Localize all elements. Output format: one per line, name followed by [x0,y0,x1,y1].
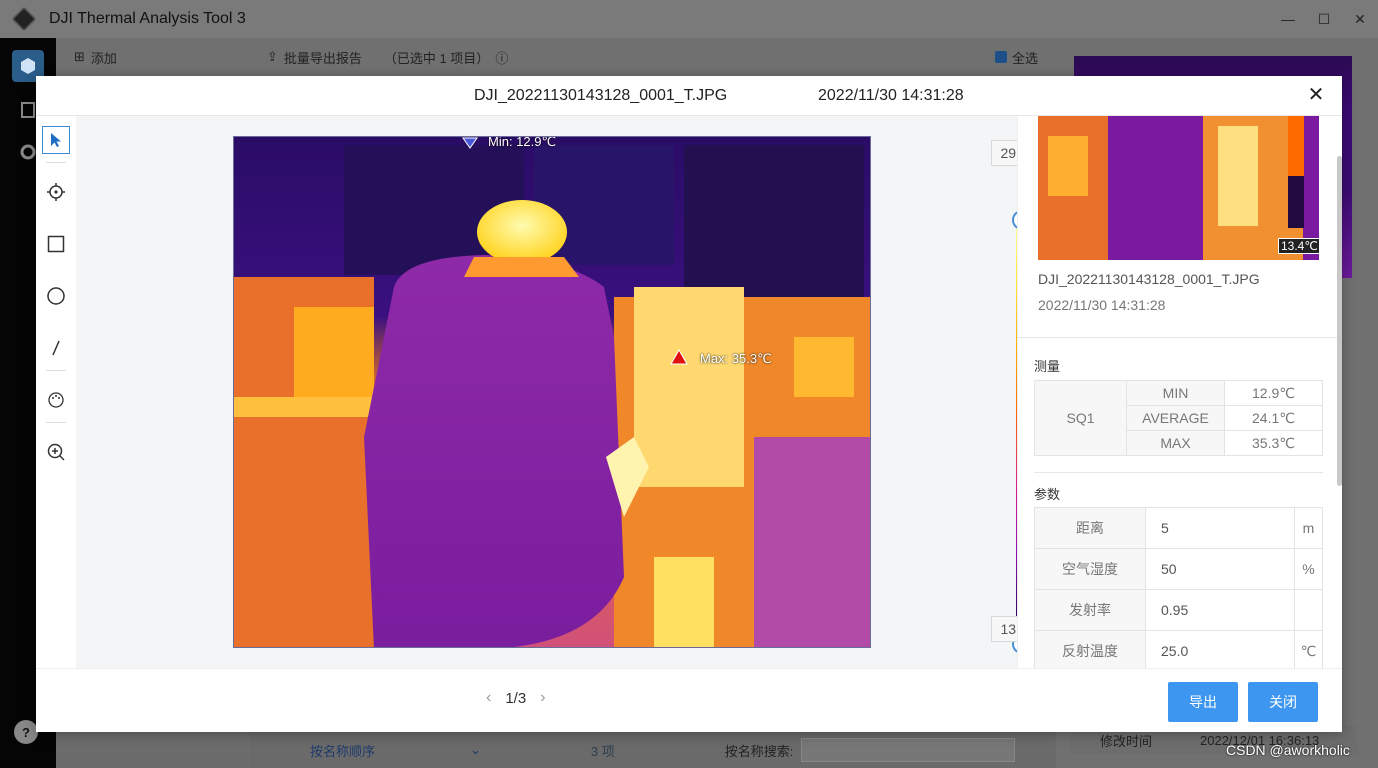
param-key: 发射率 [1034,589,1146,631]
preview-datetime: 2022/11/30 14:31:28 [1038,297,1166,313]
circle-icon[interactable] [42,282,70,310]
zoom-in-icon[interactable] [42,438,70,466]
page-indicator: 1/3 [505,689,527,707]
param-unit: m [1294,507,1323,549]
param-unit: % [1294,548,1323,590]
crosshair-icon[interactable] [42,178,70,206]
info-panel-scrollbar[interactable] [1337,156,1342,486]
info-panel: 13.4℃ DJI_20221130143128_0001_T.JPG 2022… [1017,116,1342,668]
item-count: 3 项 [590,743,615,759]
thermal-image[interactable]: Min: 12.9℃ Max: 35.3℃ [233,136,871,648]
batch-export-button[interactable]: ⇪ 批量导出报告 [267,48,362,67]
param-value-emissivity[interactable]: 0.95 [1145,589,1295,631]
search-input[interactable] [801,738,1016,762]
param-value-distance[interactable]: 5 [1145,507,1295,549]
param-value-reflected-temp[interactable]: 25.0 [1145,630,1295,668]
dialog-datetime: 2022/11/30 14:31:28 [818,87,964,104]
min-marker-icon [462,137,478,149]
param-key: 空气湿度 [1034,548,1146,590]
select-all-checkbox[interactable]: 全选 [994,48,1038,67]
measurement-key: AVERAGE [1126,405,1225,431]
tool-divider [46,162,66,163]
search-label: 按名称搜索: [724,743,794,759]
min-marker-label: Min: 12.9℃ [488,136,557,149]
chevron-down-icon[interactable]: ⌄ [470,742,481,758]
add-button[interactable]: ⊞ 添加 [74,48,117,67]
measurement-value: 12.9℃ [1224,380,1323,406]
add-label: 添加 [90,50,117,66]
checkbox-icon [994,51,1007,63]
add-icon: ⊞ [74,49,85,64]
divider [1034,472,1323,473]
divider [1018,337,1342,338]
measurement-row-label: SQ1 [1034,380,1127,456]
preview-image: 13.4℃ [1038,116,1319,260]
chevron-left-icon[interactable]: ‹ [486,689,491,707]
measurement-table: SQ1 MIN 12.9℃ AVERAGE 24.1℃ MAX 35.3℃ [1034,380,1323,456]
dialog-footer: ‹ 1/3 › 导出 关闭 [36,668,1342,732]
max-marker-label: Max: 35.3℃ [700,351,772,366]
title-bar: DJI Thermal Analysis Tool 3 — ☐ ✕ [0,0,1378,38]
tool-column [36,116,76,668]
measurement-key: MAX [1126,430,1225,456]
pointer-icon[interactable] [42,126,70,154]
image-viewer-dialog: DJI_20221130143128_0001_T.JPG 2022/11/30… [36,76,1342,732]
export-icon: ⇪ [266,49,278,64]
param-unit: ℃ [1294,630,1323,668]
image-canvas[interactable]: Min: 12.9℃ Max: 35.3℃ 29.7℃ 13.4℃ [76,116,1053,668]
main-toolbar: ⊞ 添加 ⇪ 批量导出报告 （已选中 1 项目） ⓘ 全选 [56,38,1056,76]
bottom-bar: 按名称顺序 ⌄ 3 项 按名称搜索: [250,732,1055,768]
batch-export-label: 批量导出报告 [283,50,362,66]
select-all-label: 全选 [1011,50,1038,66]
dialog-filename: DJI_20221130143128_0001_T.JPG [474,87,728,104]
app-logo-icon [11,6,37,32]
param-value-humidity[interactable]: 50 [1145,548,1295,590]
preview-filename: DJI_20221130143128_0001_T.JPG [1038,271,1260,287]
measurement-value: 35.3℃ [1224,430,1323,456]
pager: ‹ 1/3 › [486,689,546,707]
measurement-title: 测量 [1034,359,1061,374]
preview-min-label: 13.4℃ [1278,238,1319,254]
help-icon[interactable]: ? [14,720,38,744]
param-unit [1294,589,1323,631]
tool-divider [46,370,66,371]
rectangle-icon[interactable] [42,230,70,258]
params-title: 参数 [1034,487,1061,502]
max-marker-icon [670,349,688,365]
maximize-button[interactable]: ☐ [1306,0,1342,38]
watermark: CSDN @aworkholic [1226,742,1350,758]
palette-icon[interactable] [42,386,70,414]
close-icon[interactable]: ✕ [1304,84,1328,108]
modified-time-label: 修改时间 [1099,733,1152,749]
params-table: 距离 5 m 空气湿度 50 % 发射率 0.95 反射温度 25.0 ℃ [1034,507,1323,668]
dialog-header: DJI_20221130143128_0001_T.JPG 2022/11/30… [36,76,1342,116]
window-controls: — ☐ ✕ [1270,0,1378,38]
close-button[interactable]: 关闭 [1248,682,1318,722]
tool-divider [46,422,66,423]
export-button[interactable]: 导出 [1168,682,1238,722]
app-title: DJI Thermal Analysis Tool 3 [49,10,246,27]
measurement-value: 24.1℃ [1224,405,1323,431]
minimize-button[interactable]: — [1270,0,1306,38]
measurement-key: MIN [1126,380,1225,406]
param-key: 反射温度 [1034,630,1146,668]
param-key: 距离 [1034,507,1146,549]
selected-info: （已选中 1 项目） [383,50,490,66]
close-window-button[interactable]: ✕ [1342,0,1378,38]
chevron-right-icon[interactable]: › [540,689,545,707]
info-icon: ⓘ [495,50,509,66]
sort-select[interactable]: 按名称顺序 [310,741,375,760]
line-icon[interactable] [42,334,70,362]
